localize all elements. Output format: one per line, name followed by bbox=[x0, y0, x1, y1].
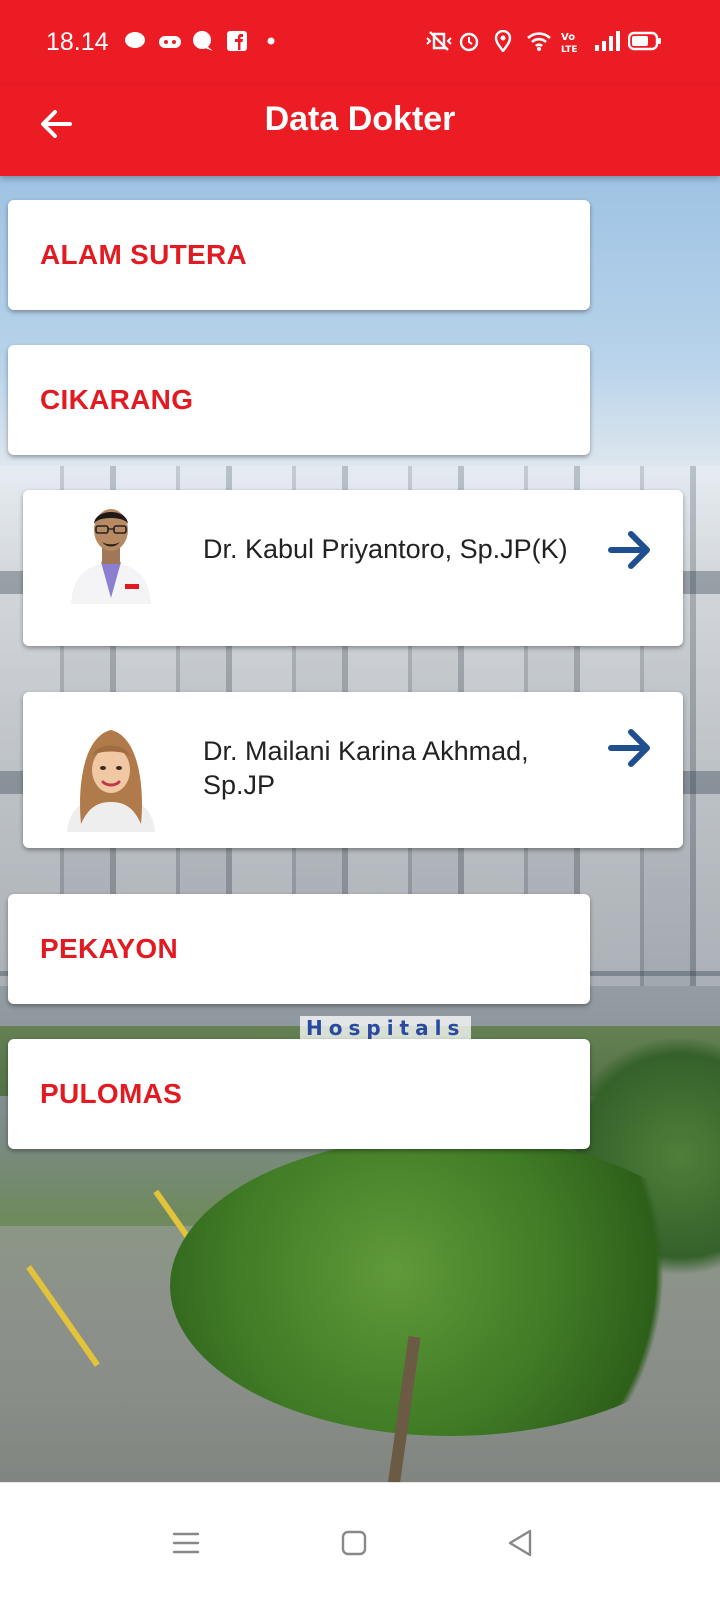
home-button[interactable] bbox=[324, 1513, 384, 1573]
dot-icon bbox=[260, 30, 282, 52]
doctor-name: Dr. Mailani Karina Akhmad, Sp.JP bbox=[203, 736, 529, 800]
page-title: Data Dokter bbox=[264, 100, 456, 138]
alarm-icon bbox=[458, 30, 480, 52]
signal-icon bbox=[594, 30, 620, 52]
section-cikarang[interactable]: CIKARANG bbox=[8, 345, 590, 455]
battery-icon bbox=[627, 30, 662, 52]
section-label: CIKARANG bbox=[40, 384, 194, 415]
doctor-photo bbox=[67, 498, 155, 604]
svg-text:LTE: LTE bbox=[561, 45, 578, 54]
doctor-card[interactable]: Dr. Kabul Priyantoro, Sp.JP(K) bbox=[23, 490, 683, 646]
app-bar: Data Dokter bbox=[0, 86, 720, 176]
home-square-icon bbox=[341, 1530, 367, 1556]
doctor-card[interactable]: Dr. Mailani Karina Akhmad, Sp.JP bbox=[23, 692, 683, 848]
system-navigation-bar bbox=[0, 1482, 720, 1601]
location-icon bbox=[492, 29, 514, 54]
section-alam-sutera[interactable]: ALAM SUTERA bbox=[8, 200, 590, 310]
doctor-detail-button[interactable] bbox=[607, 726, 657, 770]
arrow-right-icon bbox=[608, 729, 650, 767]
system-back-button[interactable] bbox=[490, 1513, 550, 1573]
doctor-name: Dr. Kabul Priyantoro, Sp.JP(K) bbox=[203, 534, 568, 564]
doctor-photo bbox=[67, 726, 155, 832]
status-bar: 18.14 Vo LTE bbox=[0, 0, 720, 86]
svg-text:Vo: Vo bbox=[561, 32, 575, 43]
section-label: ALAM SUTERA bbox=[40, 239, 248, 270]
hospital-sign: Hospitals bbox=[300, 1016, 472, 1040]
section-label: PEKAYON bbox=[40, 933, 178, 964]
chat-bubble-icon bbox=[192, 30, 214, 52]
game-controller-icon bbox=[158, 30, 181, 52]
section-pulomas[interactable]: PULOMAS bbox=[8, 1039, 590, 1149]
doctor-detail-button[interactable] bbox=[607, 528, 657, 572]
status-time: 18.14 bbox=[46, 28, 109, 56]
vibrate-off-icon bbox=[424, 30, 452, 52]
back-triangle-icon bbox=[508, 1529, 532, 1557]
section-pekayon[interactable]: PEKAYON bbox=[8, 894, 590, 1004]
recent-apps-button[interactable] bbox=[156, 1513, 216, 1573]
line-icon bbox=[124, 30, 146, 52]
facebook-icon bbox=[226, 30, 248, 52]
volte-icon: Vo LTE bbox=[560, 30, 582, 55]
arrow-right-icon bbox=[608, 531, 650, 569]
wifi-icon bbox=[526, 30, 551, 52]
menu-icon bbox=[172, 1532, 200, 1554]
section-label: PULOMAS bbox=[40, 1078, 183, 1109]
